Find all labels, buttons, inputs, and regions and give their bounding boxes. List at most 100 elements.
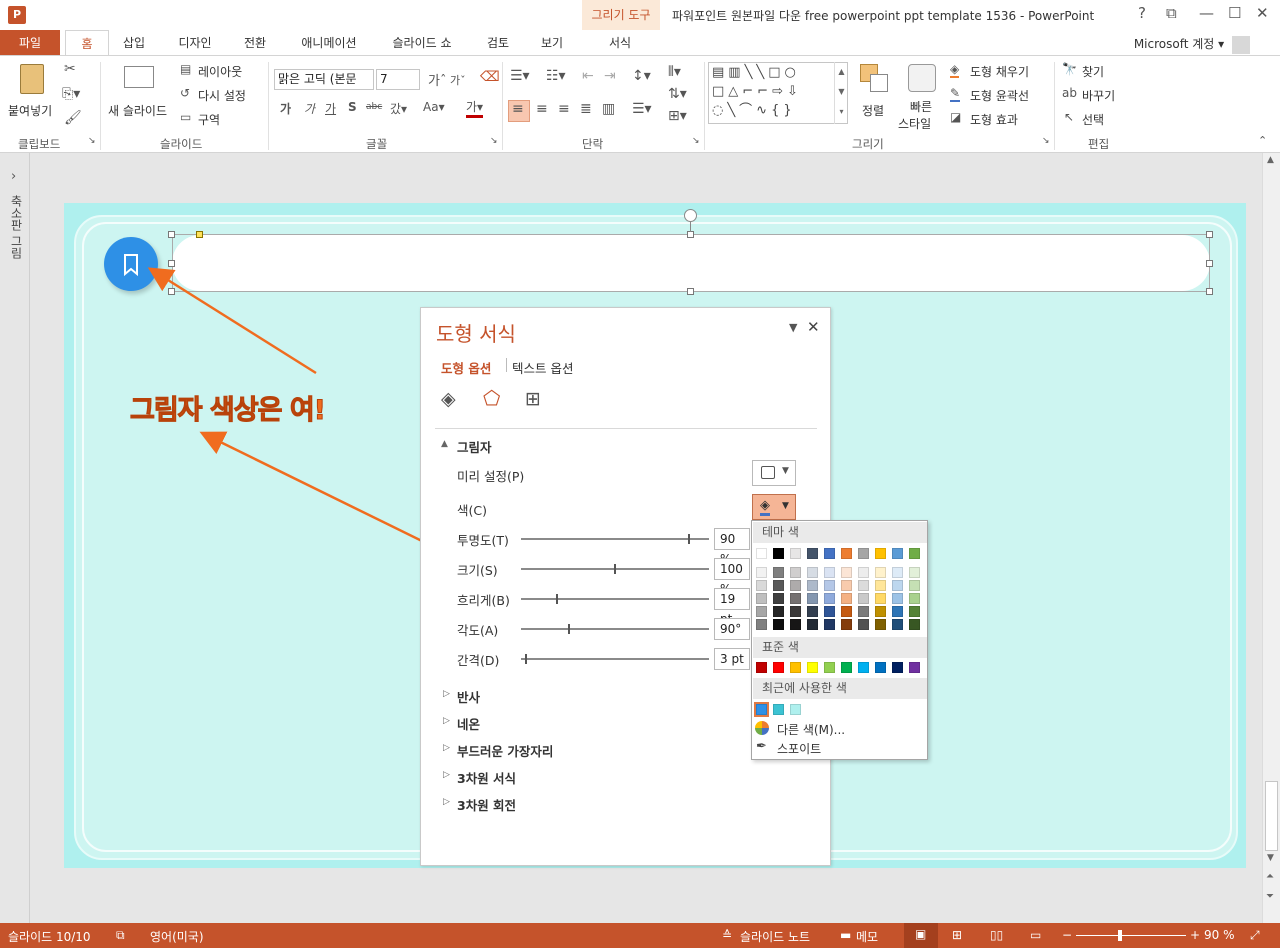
normal-view-button[interactable]: ▣ <box>904 923 938 948</box>
theme-shade-swatch[interactable] <box>756 580 767 591</box>
theme-shade-swatch[interactable] <box>807 567 818 578</box>
theme-shade-swatch[interactable] <box>892 567 903 578</box>
theme-shade-swatch[interactable] <box>807 580 818 591</box>
theme-shade-swatch[interactable] <box>858 580 869 591</box>
theme-shade-swatch[interactable] <box>807 606 818 617</box>
theme-shade-swatch[interactable] <box>773 606 784 617</box>
theme-shade-swatch[interactable] <box>790 567 801 578</box>
zoom-in-icon[interactable]: + <box>1190 928 1200 942</box>
theme-shade-swatch[interactable] <box>824 593 835 604</box>
theme-shade-swatch[interactable] <box>773 580 784 591</box>
reading-view-icon[interactable]: ▯▯ <box>990 928 1003 942</box>
section-glow[interactable]: 네온 <box>457 714 480 733</box>
theme-shade-swatch[interactable] <box>858 606 869 617</box>
theme-shade-swatch[interactable] <box>841 580 852 591</box>
slide-sorter-icon[interactable]: ⊞ <box>952 928 962 942</box>
theme-shade-swatch[interactable] <box>841 567 852 578</box>
standard-color-swatch[interactable] <box>892 662 903 673</box>
theme-shade-swatch[interactable] <box>773 619 784 630</box>
next-slide-icon[interactable]: ⏷ <box>1266 891 1274 902</box>
slideshow-view-icon[interactable]: ▭ <box>1030 928 1041 942</box>
preset-dropdown[interactable]: ▼ <box>752 460 796 486</box>
theme-shade-swatch[interactable] <box>790 593 801 604</box>
standard-color-swatch[interactable] <box>909 662 920 673</box>
transparency-slider[interactable] <box>521 538 709 540</box>
zoom-slider[interactable] <box>1076 935 1186 936</box>
zoom-level[interactable]: 90 % <box>1204 928 1235 942</box>
theme-shade-swatch[interactable] <box>875 593 886 604</box>
standard-color-swatch[interactable] <box>790 662 801 673</box>
theme-color-swatch[interactable] <box>790 548 801 559</box>
recent-color-swatch[interactable] <box>790 704 801 715</box>
standard-color-swatch[interactable] <box>807 662 818 673</box>
distance-slider[interactable] <box>521 658 709 660</box>
theme-shade-swatch[interactable] <box>824 567 835 578</box>
collapse-triangle-icon[interactable]: ▷ <box>443 689 450 699</box>
angle-input[interactable]: 90° <box>714 618 750 640</box>
section-soft-edges[interactable]: 부드러운 가장자리 <box>457 741 553 760</box>
language-indicator[interactable]: 영어(미국) <box>150 928 204 945</box>
theme-shade-swatch[interactable] <box>790 580 801 591</box>
pane-options-icon[interactable]: ▼ <box>789 321 797 334</box>
theme-shade-swatch[interactable] <box>841 619 852 630</box>
theme-shade-swatch[interactable] <box>824 619 835 630</box>
theme-shade-swatch[interactable] <box>909 606 920 617</box>
theme-shade-swatch[interactable] <box>892 606 903 617</box>
scroll-thumb[interactable] <box>1265 781 1278 851</box>
tab-text-options[interactable]: 텍스트 옵션 <box>512 358 573 377</box>
more-colors-item[interactable]: 다른 색(M)... <box>753 720 927 738</box>
collapse-triangle-icon[interactable]: ▷ <box>443 770 450 780</box>
slider-thumb[interactable] <box>614 564 616 574</box>
expand-triangle-icon[interactable]: ▲ <box>441 439 448 449</box>
theme-shade-swatch[interactable] <box>807 593 818 604</box>
collapse-triangle-icon[interactable]: ▷ <box>443 743 450 753</box>
proofing-icon[interactable]: ⧉ <box>116 928 125 943</box>
theme-shade-swatch[interactable] <box>892 619 903 630</box>
zoom-out-icon[interactable]: − <box>1062 928 1072 942</box>
effects-tab-icon[interactable]: ⬠ <box>483 386 500 410</box>
theme-color-swatch[interactable] <box>875 548 886 559</box>
section-shadow[interactable]: 그림자 <box>457 437 492 456</box>
theme-shade-swatch[interactable] <box>892 580 903 591</box>
close-pane-icon[interactable]: ✕ <box>807 318 820 336</box>
blur-input[interactable]: 19 pt <box>714 588 750 626</box>
theme-shade-swatch[interactable] <box>875 619 886 630</box>
theme-shade-swatch[interactable] <box>892 593 903 604</box>
section-3d-format[interactable]: 3차원 서식 <box>457 768 516 787</box>
eyedropper-item[interactable]: ✒ 스포이트 <box>753 739 927 757</box>
slider-thumb[interactable] <box>688 534 690 544</box>
theme-shade-swatch[interactable] <box>858 619 869 630</box>
prev-slide-icon[interactable]: ⏶ <box>1266 871 1274 882</box>
slider-thumb[interactable] <box>556 594 558 604</box>
theme-color-swatch[interactable] <box>756 548 767 559</box>
theme-shade-swatch[interactable] <box>756 606 767 617</box>
fit-to-window-icon[interactable]: ⤢ <box>1250 928 1260 943</box>
blur-slider[interactable] <box>521 598 709 600</box>
theme-shade-swatch[interactable] <box>841 606 852 617</box>
slider-thumb[interactable] <box>525 654 527 664</box>
theme-color-swatch[interactable] <box>773 548 784 559</box>
theme-shade-swatch[interactable] <box>773 567 784 578</box>
theme-shade-swatch[interactable] <box>909 593 920 604</box>
recent-color-swatch[interactable] <box>773 704 784 715</box>
standard-color-swatch[interactable] <box>756 662 767 673</box>
theme-color-swatch[interactable] <box>909 548 920 559</box>
theme-shade-swatch[interactable] <box>773 593 784 604</box>
theme-color-swatch[interactable] <box>841 548 852 559</box>
theme-shade-swatch[interactable] <box>875 580 886 591</box>
theme-shade-swatch[interactable] <box>909 619 920 630</box>
standard-color-swatch[interactable] <box>824 662 835 673</box>
collapse-triangle-icon[interactable]: ▷ <box>443 716 450 726</box>
transparency-input[interactable]: 90 % <box>714 528 750 566</box>
standard-color-swatch[interactable] <box>875 662 886 673</box>
theme-shade-swatch[interactable] <box>875 606 886 617</box>
recent-color-swatch[interactable] <box>754 702 769 717</box>
collapse-triangle-icon[interactable]: ▷ <box>443 797 450 807</box>
theme-color-swatch[interactable] <box>858 548 869 559</box>
section-reflection[interactable]: 반사 <box>457 687 480 706</box>
size-properties-icon[interactable]: ⊞ <box>525 388 541 410</box>
tab-shape-options[interactable]: 도형 옵션 <box>441 358 491 377</box>
standard-color-swatch[interactable] <box>858 662 869 673</box>
theme-shade-swatch[interactable] <box>756 593 767 604</box>
theme-shade-swatch[interactable] <box>875 567 886 578</box>
